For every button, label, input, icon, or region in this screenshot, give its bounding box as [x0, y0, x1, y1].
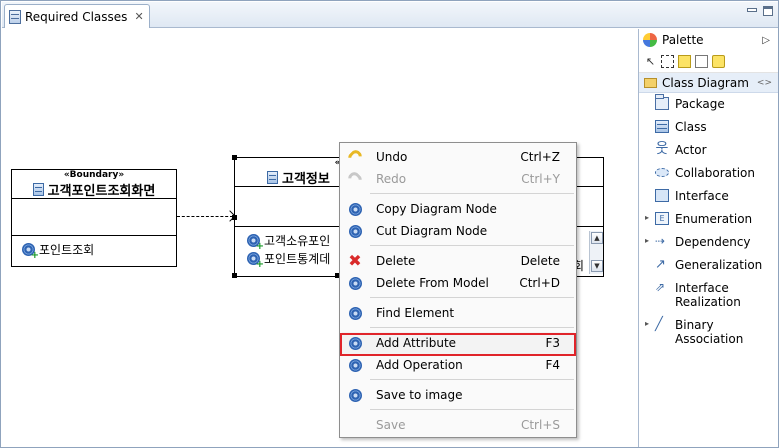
- gear-icon: [348, 224, 362, 238]
- note-tool-icon[interactable]: [678, 55, 691, 68]
- editor-tab-bar: Required Classes ✕: [2, 2, 778, 28]
- scroll-down-icon[interactable]: ▼: [591, 260, 603, 272]
- text-tool-icon[interactable]: [695, 55, 708, 68]
- interface-icon: [655, 189, 669, 202]
- menu-item-find-element[interactable]: Find Element: [342, 302, 574, 324]
- class-icon: [267, 170, 278, 184]
- expand-icon[interactable]: ▸: [645, 236, 649, 245]
- realization-icon: ⇗: [655, 280, 666, 294]
- palette-item-interface[interactable]: Interface: [639, 185, 778, 208]
- select-tool-icon[interactable]: ↖: [644, 55, 657, 68]
- menu-item-cut-diagram-node[interactable]: Cut Diagram Node: [342, 220, 574, 242]
- menu-item-delete-from-model[interactable]: Delete From Model Ctrl+D: [342, 272, 574, 294]
- palette-header: Palette ▷: [639, 29, 778, 51]
- class-icon: [655, 120, 669, 133]
- diagram-icon: [9, 9, 21, 24]
- compartment-scrollbar[interactable]: ▲ ▼: [589, 231, 603, 274]
- association-icon: ╱: [655, 317, 663, 332]
- palette-item-actor[interactable]: 웃 Actor: [639, 139, 778, 162]
- palette-item-dependency[interactable]: ▸ ⇢ Dependency: [639, 231, 778, 254]
- gear-icon: [348, 306, 362, 320]
- tab-required-classes[interactable]: Required Classes ✕: [4, 4, 150, 28]
- menu-item-undo[interactable]: Undo Ctrl+Z: [342, 146, 574, 168]
- operation-label: 고객소유포인: [264, 233, 331, 248]
- class-name: 고객정보: [282, 171, 330, 187]
- diagram-canvas[interactable]: «Boundary» 고객포인트조회화면 포인트조회 «Control» 고객정…: [4, 29, 636, 445]
- comment-tool-icon[interactable]: [712, 55, 725, 68]
- palette-item-class[interactable]: Class: [639, 116, 778, 139]
- class-icon: [32, 182, 44, 196]
- gear-icon: [348, 358, 362, 372]
- scroll-up-icon[interactable]: ▲: [591, 232, 603, 244]
- expand-icon[interactable]: ▸: [645, 319, 649, 328]
- collapse-palette-icon[interactable]: ▷: [762, 35, 770, 46]
- operation-label: 포인트통계데: [264, 251, 331, 266]
- enumeration-icon: E: [655, 212, 669, 225]
- close-icon[interactable]: ✕: [134, 10, 143, 23]
- operation-icon: [247, 251, 264, 270]
- menu-item-save[interactable]: Save Ctrl+S: [342, 414, 574, 436]
- stereotype-label: «Boundary»: [63, 170, 125, 180]
- menu-item-redo[interactable]: Redo Ctrl+Y: [342, 168, 574, 190]
- menu-item-save-to-image[interactable]: Save to image: [342, 384, 574, 406]
- collaboration-icon: [655, 168, 669, 177]
- palette-item-enumeration[interactable]: ▸ E Enumeration: [639, 208, 778, 231]
- drawer-collapse-icon[interactable]: <>: [757, 78, 772, 88]
- palette-item-collaboration[interactable]: Collaboration: [639, 162, 778, 185]
- menu-separator: [370, 245, 574, 246]
- context-menu: Undo Ctrl+Z Redo Ctrl+Y Copy Diagram Nod…: [339, 142, 577, 438]
- tab-title: Required Classes: [25, 9, 128, 24]
- palette-tools: ↖: [639, 51, 778, 73]
- expand-icon[interactable]: ▸: [645, 213, 649, 222]
- palette-item-binary-association[interactable]: ▸ ╱ Binary Association: [639, 314, 778, 346]
- menu-item-delete[interactable]: ✖ Delete Delete: [342, 250, 574, 272]
- gear-icon: [348, 202, 362, 216]
- menu-separator: [370, 297, 574, 298]
- selection-handle[interactable]: [232, 155, 237, 160]
- attribute-compartment[interactable]: [12, 198, 176, 235]
- operation-row[interactable]: 포인트조회: [12, 240, 176, 261]
- operation-icon: [247, 233, 264, 252]
- minimize-icon[interactable]: [747, 8, 757, 12]
- folder-icon: [644, 77, 657, 88]
- palette-item-generalization[interactable]: ↗ Generalization: [639, 254, 778, 277]
- operation-compartment[interactable]: 포인트조회: [12, 235, 176, 261]
- class-name: 고객포인트조회화면: [47, 183, 156, 199]
- dependency-icon: ⇢: [655, 234, 666, 248]
- delete-icon: ✖: [348, 251, 362, 270]
- palette-item-package[interactable]: Package: [639, 93, 778, 116]
- menu-separator: [370, 327, 574, 328]
- palette-drawer-class-diagram[interactable]: Class Diagram <>: [639, 73, 778, 93]
- menu-separator: [370, 193, 574, 194]
- highlight-box: [340, 333, 576, 356]
- drawer-label: Class Diagram: [662, 75, 749, 90]
- palette-icon: [643, 33, 657, 47]
- actor-icon: 웃: [655, 141, 669, 157]
- selection-handle[interactable]: [232, 215, 237, 220]
- gear-icon: [348, 388, 362, 402]
- package-icon: [655, 94, 669, 110]
- redo-icon: [345, 169, 365, 189]
- selection-handle[interactable]: [232, 273, 237, 278]
- operation-label: 포인트조회: [39, 242, 95, 257]
- maximize-icon[interactable]: [763, 6, 773, 16]
- palette-title: Palette: [662, 33, 704, 47]
- palette-panel: Palette ▷ ↖ Class Diagram <> Package Cla…: [638, 29, 778, 447]
- gear-icon: [348, 276, 362, 290]
- class-node-boundary[interactable]: «Boundary» 고객포인트조회화면 포인트조회: [11, 169, 177, 267]
- menu-separator: [370, 379, 574, 380]
- operation-icon: [22, 242, 39, 261]
- editor-window: Required Classes ✕ «Boundary» 고객포인트조회화면 …: [0, 0, 779, 448]
- menu-item-copy-diagram-node[interactable]: Copy Diagram Node: [342, 198, 574, 220]
- marquee-tool-icon[interactable]: [661, 55, 674, 68]
- palette-item-interface-realization[interactable]: ⇗ Interface Realization: [639, 277, 778, 314]
- undo-icon: [345, 147, 365, 167]
- menu-separator: [370, 409, 574, 410]
- generalization-icon: ↗: [655, 257, 666, 272]
- menu-item-add-operation[interactable]: Add Operation F4: [342, 354, 574, 376]
